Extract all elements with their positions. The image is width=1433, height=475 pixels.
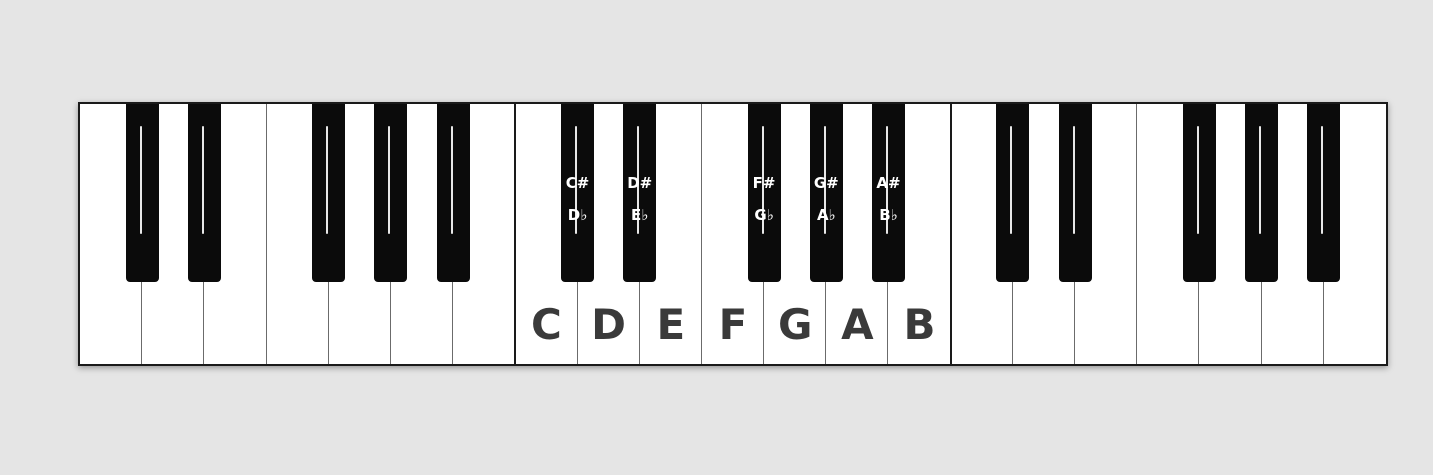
octave-divider [514,104,517,364]
black-key[interactable] [871,104,905,282]
sharp-label: A# [876,174,901,192]
white-key-label: C [531,300,562,349]
key-highlight [450,126,453,234]
flat-label: A♭ [816,206,836,224]
key-highlight [1321,126,1324,234]
sharp-label: D# [627,174,653,192]
black-key[interactable] [1058,104,1092,282]
piano-keyboard: C D E F G A B C# D♭ D# E♭ F# G♭ G# A♭ A# B♭ [78,102,1388,366]
black-key[interactable] [561,104,595,282]
black-key[interactable] [809,104,843,282]
flat-label: B♭ [879,206,898,224]
flat-label: D♭ [567,206,588,224]
key-highlight [139,126,142,234]
white-key-label: A [841,300,874,349]
key-highlight [1259,126,1262,234]
flat-label: E♭ [631,206,649,224]
sharp-label: G# [813,174,839,192]
black-key[interactable] [1182,104,1216,282]
octave-divider [949,104,952,364]
black-key[interactable] [1307,104,1341,282]
black-key[interactable] [1245,104,1279,282]
black-key[interactable] [374,104,408,282]
flat-label: G♭ [754,206,774,224]
black-key[interactable] [187,104,221,282]
key-highlight [326,126,329,234]
black-key[interactable] [747,104,781,282]
white-key-label: B [903,300,936,349]
sharp-label: F# [752,174,776,192]
key-highlight [1010,126,1013,234]
page-canvas: C D E F G A B C# D♭ D# E♭ F# G♭ G# A♭ A# B♭ [0,0,1433,475]
black-key[interactable] [623,104,657,282]
key-highlight [1196,126,1199,234]
key-highlight [1072,126,1075,234]
black-key[interactable] [312,104,346,282]
black-key[interactable] [436,104,470,282]
white-key-label: G [777,300,813,349]
black-key[interactable] [996,104,1030,282]
white-key-label: D [591,300,627,349]
black-key[interactable] [125,104,159,282]
key-highlight [388,126,391,234]
sharp-label: C# [565,174,590,192]
white-key-label: E [656,300,686,349]
white-key-label: F [718,300,748,349]
key-highlight [201,126,204,234]
